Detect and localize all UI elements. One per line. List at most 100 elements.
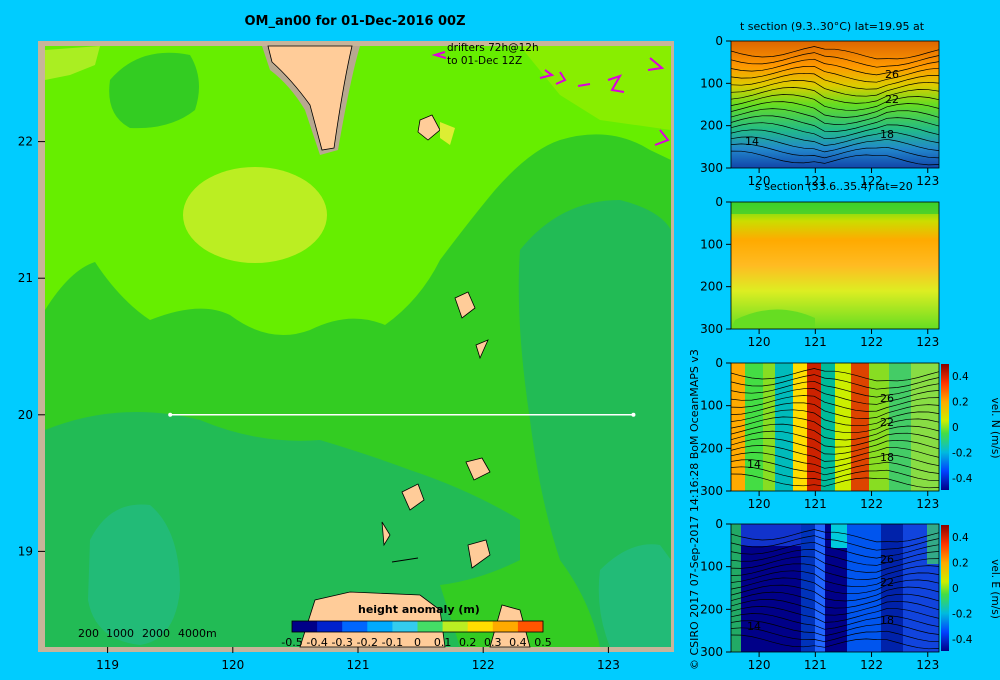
depth-legend-200: 200 [78, 627, 99, 640]
v-section-field [911, 363, 939, 491]
panel-x-tick-label: 123 [916, 497, 939, 511]
map-y-tick-label: 20 [18, 408, 33, 422]
panel-x-tick-label: 120 [748, 335, 771, 349]
map-x-tick-label: 119 [96, 658, 119, 672]
contour-label-18: 18 [880, 451, 894, 464]
colorbar-tick-label: 0.1 [434, 636, 452, 649]
panel-y-tick-label: 0 [715, 195, 723, 209]
section-line-start [168, 412, 173, 417]
panel-y-tick-label: 100 [700, 237, 723, 251]
colorbar-tick-label: -0.4 [306, 636, 327, 649]
panel-y-tick-label: 200 [700, 280, 723, 294]
colorbar-tick-label: 0 [952, 583, 959, 595]
u-section-field [831, 524, 847, 548]
contour-label-18: 18 [880, 128, 894, 141]
u-section-field [927, 524, 939, 564]
map-x-tick-label: 120 [221, 658, 244, 672]
colorbar-swatch [392, 621, 418, 632]
contour-label-14: 14 [747, 458, 761, 471]
panel-x-tick-label: 122 [860, 335, 883, 349]
colorbar-title: height anomaly (m) [358, 603, 480, 616]
contour-patch [183, 167, 327, 263]
colorbar-tick-label: 0.4 [952, 371, 969, 383]
panel-y-tick-label: 0 [715, 517, 723, 531]
colorbar-swatch [417, 621, 444, 632]
panel-x-tick-label: 123 [916, 335, 939, 349]
depth-legend-2000: 2000 [142, 627, 170, 640]
colorbar-tick-label: 0.4 [952, 532, 969, 544]
panel-x-tick-label: 121 [804, 335, 827, 349]
colorbar-swatch [292, 621, 318, 632]
panel-x-tick-label: 123 [916, 658, 939, 672]
t-section-field [731, 41, 939, 168]
u-colorbar [941, 525, 949, 651]
t-section-title: t section (9.3..30°C) lat=19.95 at [740, 20, 925, 33]
panel-x-tick-label: 120 [748, 658, 771, 672]
contour-label-26: 26 [880, 553, 894, 566]
depth-legend-1000: 1000 [106, 627, 134, 640]
section-line-end [631, 412, 636, 417]
height-anomaly-map: drifters 72h@12h to 01-Dec 12Z 200 1000 … [18, 41, 674, 672]
panel-x-tick-label: 120 [748, 497, 771, 511]
panel-x-tick-label: 122 [860, 174, 883, 188]
panel-x-tick-label: 122 [860, 497, 883, 511]
colorbar-tick-label: -0.4 [952, 634, 973, 646]
drifter-note-line1: drifters 72h@12h [447, 42, 539, 54]
contour-label-22: 22 [885, 93, 899, 106]
colorbar-tick-label: -0.2 [357, 636, 378, 649]
colorbar-swatch [492, 621, 519, 632]
panel-x-tick-label: 121 [804, 174, 827, 188]
v-section-field [775, 363, 793, 491]
map-x-tick-label: 121 [347, 658, 370, 672]
drifter-note-line2: to 01-Dec 12Z [447, 55, 522, 67]
colorbar-tick-label: 0.3 [484, 636, 502, 649]
v-section-panel: 26 22 18 14 0.4 0.2 0 -0.2 -0.4 vel. N (m/s) [730, 363, 1000, 491]
height-colorbar [291, 620, 544, 633]
u-section-field [847, 524, 881, 652]
panel-y-tick-label: 200 [700, 119, 723, 133]
panel-x-tick-label: 123 [916, 174, 939, 188]
colorbar-tick-label: -0.1 [382, 636, 403, 649]
panel-y-tick-label: 0 [715, 34, 723, 48]
u-colorbar-ticks: 0.4 0.2 0 -0.2 -0.4 [952, 532, 973, 646]
s-section-field [731, 202, 939, 214]
colorbar-tick-label: -0.4 [952, 473, 973, 485]
panel-y-tick-label: 300 [700, 484, 723, 498]
panel-y-tick-label: 100 [700, 560, 723, 574]
map-x-tick-label: 122 [472, 658, 495, 672]
v-section-field [821, 363, 835, 491]
contour-patch [88, 504, 180, 645]
map-y-tick-label: 22 [18, 135, 33, 149]
u-section-panel: 26 22 18 14 0.4 0.2 0 -0.2 -0.4 vel. E (m/s) [730, 524, 1000, 652]
v-colorbar [941, 364, 949, 490]
colorbar-tick-label: 0.4 [509, 636, 527, 649]
contour-label-22: 22 [880, 576, 894, 589]
panel-y-tick-label: 0 [715, 356, 723, 370]
colorbar-tick-label: -0.2 [952, 448, 973, 460]
v-section-field [763, 363, 775, 491]
colorbar-tick-label: 0.5 [534, 636, 552, 649]
colorbar-swatch [367, 621, 393, 632]
depth-legend: 200 1000 2000 4000m [78, 627, 217, 640]
map-y-tick-label: 19 [18, 544, 33, 558]
contour-label-26: 26 [880, 392, 894, 405]
contour-label-14: 14 [745, 135, 759, 148]
panel-y-tick-label: 200 [700, 602, 723, 616]
colorbar-tick-label: 0.2 [952, 558, 969, 570]
panel-x-tick-label: 122 [860, 658, 883, 672]
colorbar-swatch [467, 621, 494, 632]
v-section-field [745, 363, 763, 491]
colorbar-tick-label: -0.5 [281, 636, 302, 649]
panel-y-tick-label: 100 [700, 76, 723, 90]
colorbar-tick-label: 0.2 [459, 636, 477, 649]
u-colorbar-label: vel. E (m/s) [989, 559, 1000, 619]
colorbar-tick-label: 0 [414, 636, 421, 649]
s-section-title: s section (33.6..35.4) lat=20 [755, 180, 913, 193]
colorbar-swatch [442, 621, 469, 632]
contour-label-22: 22 [880, 416, 894, 429]
panel-y-tick-label: 300 [700, 161, 723, 175]
panel-y-tick-label: 300 [700, 322, 723, 336]
colorbar-tick-label: -0.3 [331, 636, 352, 649]
panel-x-tick-label: 121 [804, 497, 827, 511]
colorbar-tick-label: 0.2 [952, 397, 969, 409]
